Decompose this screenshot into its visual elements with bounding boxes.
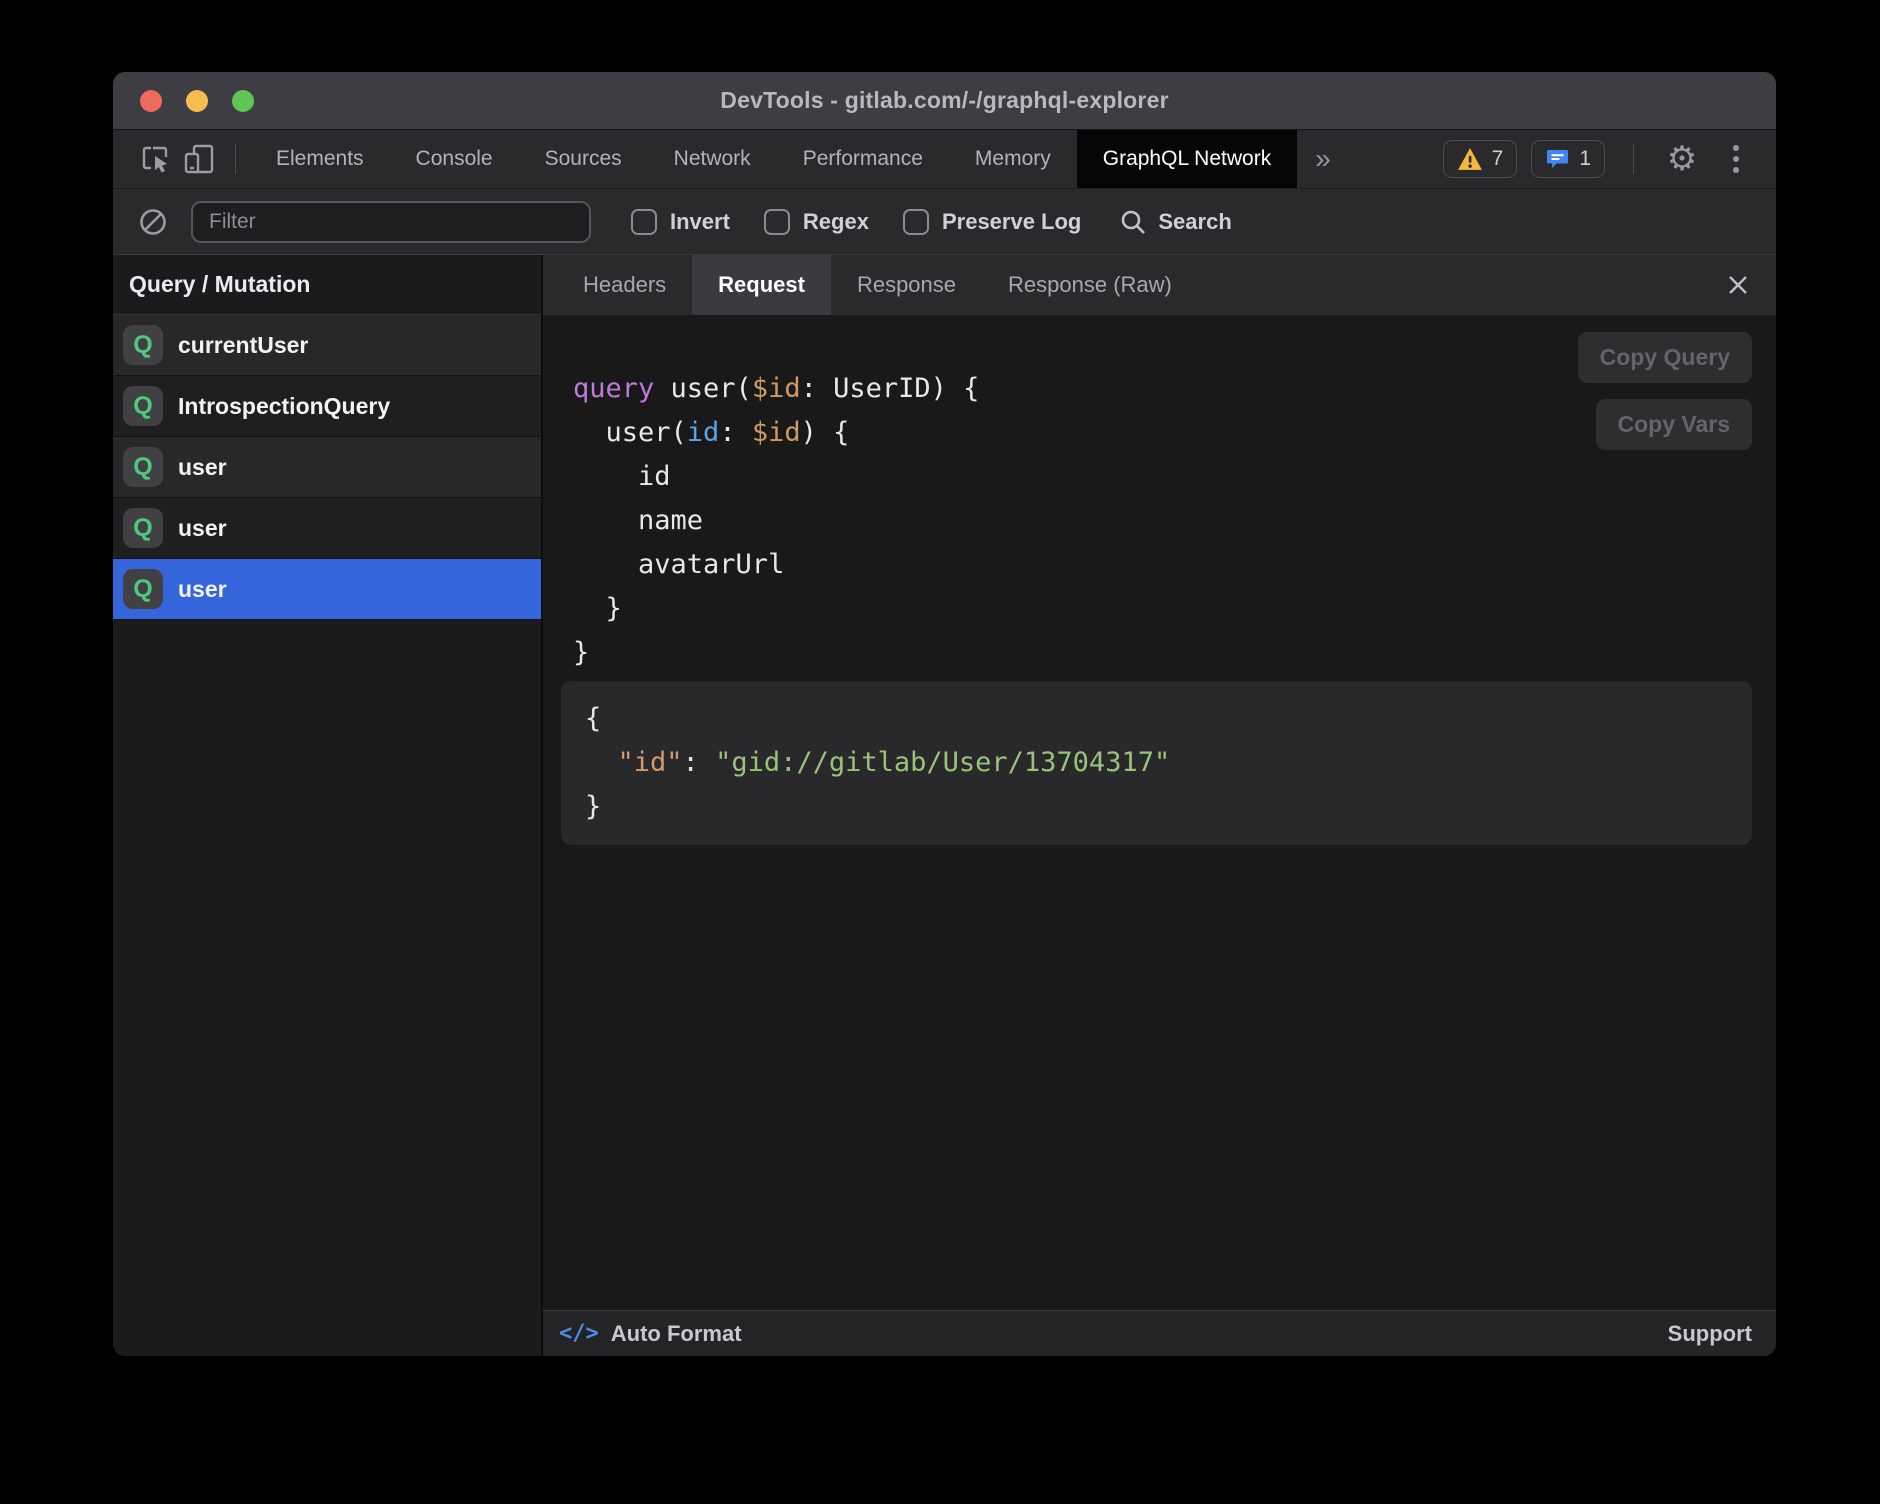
checkbox-label: Regex [803,209,869,235]
detail-tab-request[interactable]: Request [692,255,831,315]
detail-tab-headers[interactable]: Headers [557,255,692,315]
query-name-label: user [178,454,227,481]
minimize-window-button[interactable] [186,90,208,112]
request-content: Copy Query Copy Vars query user($id: Use… [543,315,1776,1310]
query-list-item-0[interactable]: Q currentUser [113,315,541,376]
titlebar: DevTools - gitlab.com/-/graphql-explorer [113,72,1776,130]
toolbar-divider [1633,144,1634,174]
detail-tab-response[interactable]: Response [831,255,982,315]
settings-gear-icon[interactable]: ⚙ [1662,139,1702,179]
issues-badge[interactable]: 1 [1531,140,1605,178]
clear-block-icon[interactable] [131,200,175,244]
checkbox-preserve-log[interactable]: Preserve Log [903,209,1081,235]
checkbox-input[interactable] [764,209,790,235]
copy-vars-button[interactable]: Copy Vars [1596,399,1753,450]
support-link[interactable]: Support [1668,1321,1752,1347]
detail-tab-response-raw[interactable]: Response (Raw) [982,255,1198,315]
checkbox-input[interactable] [903,209,929,235]
tab-sources[interactable]: Sources [519,130,648,188]
toolbar-divider [235,144,236,174]
code-format-icon: </> [559,1321,599,1346]
detail-statusbar: </> Auto Format Support [543,1310,1776,1356]
query-list: Q currentUser Q IntrospectionQuery Q use… [113,315,541,620]
checkbox-label: Invert [670,209,730,235]
query-list-item-1[interactable]: Q IntrospectionQuery [113,376,541,437]
search-icon [1119,208,1147,236]
tab-graphql-network[interactable]: GraphQL Network [1077,130,1297,188]
search-control[interactable]: Search [1119,208,1231,236]
query-name-label: currentUser [178,332,308,359]
query-name-label: user [178,515,227,542]
panel-tabs: ElementsConsoleSourcesNetworkPerformance… [250,130,1297,188]
checkbox-invert[interactable]: Invert [631,209,730,235]
inspect-element-icon[interactable] [133,137,177,181]
toolbar-right-group: 7 1 ⚙ [1443,139,1776,179]
more-tabs-icon[interactable]: » [1297,143,1349,175]
filter-options: Invert Regex Preserve Log [631,209,1081,235]
copy-buttons: Copy Query Copy Vars [1578,332,1752,450]
auto-format-label: Auto Format [611,1321,742,1347]
checkbox-regex[interactable]: Regex [764,209,869,235]
kebab-menu-icon[interactable] [1716,139,1756,179]
checkbox-input[interactable] [631,209,657,235]
checkbox-label: Preserve Log [942,209,1081,235]
query-type-badge: Q [123,447,163,487]
warning-icon [1457,147,1483,171]
window-controls [140,72,254,129]
tab-performance[interactable]: Performance [777,130,949,188]
devtools-window: DevTools - gitlab.com/-/graphql-explorer… [113,72,1776,1356]
search-label: Search [1158,209,1231,235]
main-toolbar: ElementsConsoleSourcesNetworkPerformance… [113,130,1776,188]
graphql-variables-code: { "id": "gid://gitlab/User/13704317"} [585,697,1728,829]
query-list-item-2[interactable]: Q user [113,437,541,498]
query-type-badge: Q [123,325,163,365]
query-type-badge: Q [123,508,163,548]
sidebar-header: Query / Mutation [113,255,541,315]
warnings-badge[interactable]: 7 [1443,140,1518,178]
copy-query-button[interactable]: Copy Query [1578,332,1752,383]
main-area: Query / Mutation Q currentUser Q Introsp… [113,255,1776,1356]
issues-count: 1 [1579,147,1591,171]
warning-count: 7 [1492,147,1504,171]
variables-box: { "id": "gid://gitlab/User/13704317"} [561,681,1752,845]
filter-input[interactable] [191,201,591,243]
tab-network[interactable]: Network [648,130,777,188]
device-toolbar-icon[interactable] [177,137,221,181]
detail-tab-strip: HeadersRequestResponseResponse (Raw) [557,255,1198,315]
close-detail-icon[interactable] [1714,261,1762,309]
maximize-window-button[interactable] [232,90,254,112]
query-list-item-4[interactable]: Q user [113,559,541,620]
request-detail-pane: HeadersRequestResponseResponse (Raw) Cop… [543,255,1776,1356]
graphql-query-code: query user($id: UserID) { user(id: $id) … [573,367,1752,675]
detail-tabs: HeadersRequestResponseResponse (Raw) [543,255,1776,315]
auto-format-button[interactable]: </> Auto Format [559,1321,742,1347]
query-type-badge: Q [123,569,163,609]
close-window-button[interactable] [140,90,162,112]
tab-console[interactable]: Console [390,130,519,188]
query-list-sidebar: Query / Mutation Q currentUser Q Introsp… [113,255,543,1356]
query-name-label: user [178,576,227,603]
query-list-item-3[interactable]: Q user [113,498,541,559]
window-title: DevTools - gitlab.com/-/graphql-explorer [720,87,1168,114]
tab-memory[interactable]: Memory [949,130,1077,188]
query-type-badge: Q [123,386,163,426]
message-icon [1545,147,1570,171]
query-name-label: IntrospectionQuery [178,393,390,420]
filter-toolbar: Invert Regex Preserve Log Search [113,188,1776,255]
tab-elements[interactable]: Elements [250,130,390,188]
